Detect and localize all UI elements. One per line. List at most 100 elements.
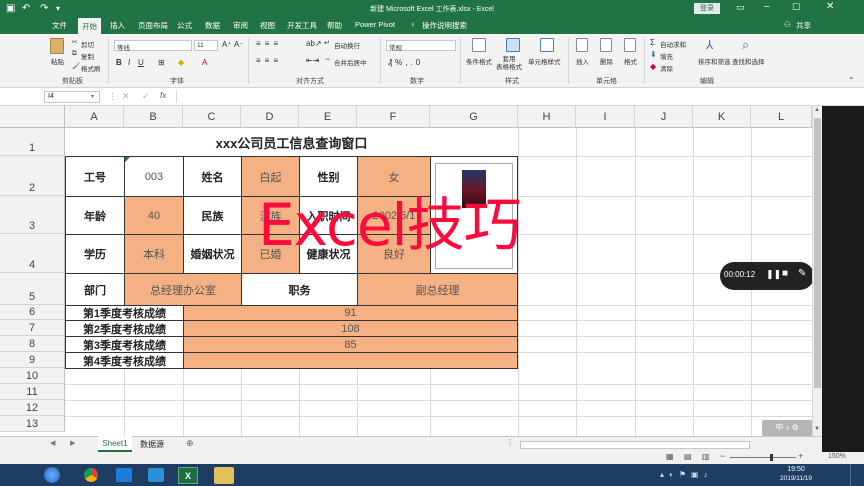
confirm-entry-icon[interactable]: ✓ [142, 91, 150, 102]
copy-icon[interactable]: ⧉ [72, 50, 77, 58]
label-education[interactable]: 学历 [65, 234, 125, 274]
autosum-button[interactable]: 自动求和 [660, 39, 686, 49]
media-app-icon[interactable] [148, 468, 164, 482]
insert-cells-icon[interactable] [576, 38, 588, 52]
tab-review[interactable]: 审阅 [233, 20, 248, 31]
sort-filter-icon[interactable]: ⅄ [706, 38, 713, 52]
sheet-tab-sheet1[interactable]: Sheet1 [98, 436, 132, 452]
scroll-down-icon[interactable]: ▼ [814, 426, 820, 432]
select-all-corner[interactable] [0, 106, 65, 128]
insert-function-button[interactable]: fx [160, 91, 166, 100]
row-header[interactable]: 11 [0, 384, 65, 400]
score-value-q4[interactable] [183, 352, 518, 369]
wrap-text-button[interactable]: 自动换行 [334, 40, 360, 50]
score-value-q1[interactable]: 91 [183, 305, 518, 321]
horizontal-scrollbar[interactable] [520, 441, 750, 449]
column-header[interactable]: A [65, 106, 124, 128]
column-header[interactable]: D [241, 106, 299, 128]
value-age[interactable]: 40 [124, 196, 184, 235]
label-position[interactable]: 职务 [241, 273, 358, 306]
system-tray-icons[interactable]: ▴◐⚑▣♪ [660, 470, 713, 479]
find-select-button[interactable]: 查找和选择 [732, 56, 765, 66]
grow-font-icon[interactable]: A⁺ [222, 40, 232, 49]
label-marital-status[interactable]: 婚姻状况 [183, 234, 242, 274]
sheet-title[interactable]: xxx公司员工信息查询窗口 [65, 128, 518, 156]
tab-help[interactable]: 帮助 [327, 20, 342, 31]
collapse-ribbon-icon[interactable]: ⌃ [848, 76, 855, 85]
show-desktop-button[interactable] [850, 464, 864, 486]
column-header[interactable]: K [693, 106, 751, 128]
tell-me-search[interactable]: 操作说明搜索 [422, 20, 467, 31]
chrome-icon[interactable] [84, 468, 98, 482]
page-layout-view-icon[interactable]: ▤ [684, 452, 692, 461]
fill-color-icon[interactable]: ◆ [178, 58, 184, 67]
shrink-font-icon[interactable]: A⁻ [234, 40, 244, 49]
screen-recorder-widget[interactable]: 00:00:12 ❚❚ ■ ✎ [720, 262, 814, 290]
tab-home[interactable]: 开始 [78, 18, 101, 34]
clear-icon[interactable]: ◆ [650, 62, 656, 71]
copy-button[interactable]: 复制 [81, 51, 94, 61]
name-box[interactable]: I4 ▾ [44, 91, 100, 103]
value-employee-id[interactable]: 003 [124, 156, 184, 197]
zoom-out-icon[interactable]: − [720, 451, 725, 461]
border-icon[interactable]: ⊞ [158, 58, 165, 67]
zoom-slider[interactable] [730, 457, 796, 458]
row-header[interactable]: 3 [0, 196, 65, 234]
cell-styles-icon[interactable] [540, 38, 554, 52]
tab-developer[interactable]: 开发工具 [287, 20, 317, 31]
row-header[interactable]: 9 [0, 352, 65, 368]
format-painter-icon[interactable]: 🖌 [72, 62, 80, 70]
clock-date[interactable]: 2019/11/19 [768, 475, 824, 482]
row-header[interactable]: 13 [0, 416, 65, 432]
font-size-select[interactable]: 11 [194, 40, 218, 51]
merge-center-button[interactable]: 合并后居中 [334, 57, 367, 67]
row-header[interactable]: 7 [0, 320, 65, 336]
label-age[interactable]: 年龄 [65, 196, 125, 235]
page-break-view-icon[interactable]: ▥ [702, 452, 710, 461]
paste-button[interactable]: 粘贴 [51, 56, 64, 66]
vertical-scrollbar[interactable]: ▲ ▼ [812, 106, 822, 436]
column-header[interactable]: J [635, 106, 693, 128]
format-painter-button[interactable]: 格式刷 [81, 63, 101, 73]
ribbon-display-icon[interactable]: ▭ [736, 2, 745, 13]
sort-filter-button[interactable]: 排序和筛选 [698, 56, 731, 66]
label-ethnicity[interactable]: 民族 [183, 196, 242, 235]
delete-cells-icon[interactable] [600, 38, 612, 52]
score-label-q1[interactable]: 第1季度考核成绩 [65, 305, 184, 321]
merge-center-icon[interactable]: ⇔ [324, 56, 331, 63]
score-label-q4[interactable]: 第4季度考核成绩 [65, 352, 184, 369]
pause-icon[interactable]: ❚❚ [766, 269, 781, 280]
column-header[interactable]: C [183, 106, 241, 128]
horizontal-align-icons[interactable]: ≡≡≡ [256, 56, 282, 65]
video-app-icon[interactable] [116, 468, 132, 482]
value-education[interactable]: 本科 [124, 234, 184, 274]
column-header[interactable]: F [357, 106, 430, 128]
value-position[interactable]: 副总经理 [357, 273, 518, 306]
bold-icon[interactable]: B [116, 58, 122, 67]
vertical-align-icons[interactable]: ≡≡≡ [256, 39, 282, 48]
number-format-icons[interactable]: ₰%,.0 [388, 58, 423, 67]
score-value-q3[interactable]: 85 [183, 336, 518, 353]
column-header[interactable]: I [576, 106, 635, 128]
name-box-dropdown-icon[interactable]: ▾ [91, 93, 94, 100]
cancel-entry-icon[interactable]: ✕ [122, 91, 130, 102]
login-button[interactable]: 登录 [694, 3, 720, 14]
tab-power-pivot[interactable]: Power Pivot [355, 20, 395, 29]
normal-view-icon[interactable]: ▦ [666, 452, 674, 461]
indent-icons[interactable]: ⇤⇥ [306, 56, 319, 65]
tab-file[interactable]: 文件 [52, 20, 67, 31]
column-header[interactable]: H [518, 106, 576, 128]
tab-insert[interactable]: 插入 [110, 20, 125, 31]
score-label-q2[interactable]: 第2季度考核成绩 [65, 320, 184, 337]
maximize-icon[interactable]: ☐ [792, 2, 800, 13]
row-header[interactable]: 2 [0, 156, 65, 196]
autosum-icon[interactable]: Σ [650, 38, 655, 47]
cut-button[interactable]: 剪切 [81, 39, 94, 49]
sheet-tab-data-source[interactable]: 数据源 [140, 439, 164, 450]
row-header[interactable]: 10 [0, 368, 65, 384]
format-cells-icon[interactable] [624, 38, 636, 52]
column-header[interactable]: B [124, 106, 183, 128]
clear-button[interactable]: 清除 [660, 63, 673, 73]
italic-icon[interactable]: I [128, 58, 130, 67]
tab-page-layout[interactable]: 页面布局 [138, 20, 168, 31]
